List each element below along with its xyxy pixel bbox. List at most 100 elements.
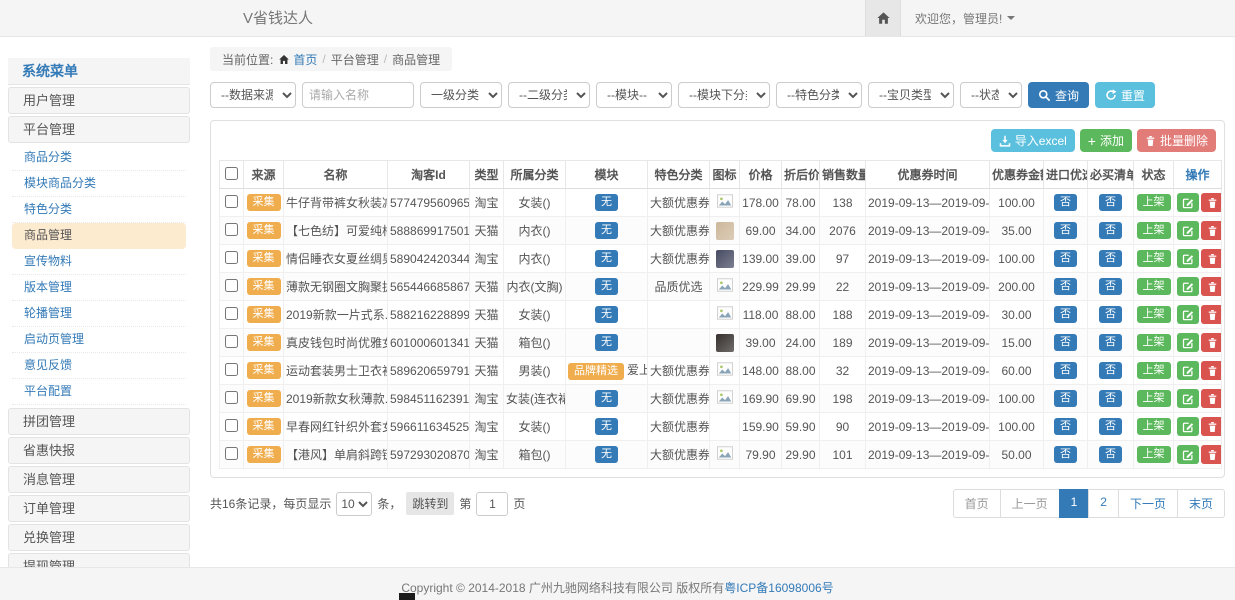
- sidebar-item[interactable]: 平台管理: [8, 116, 190, 143]
- icp-link[interactable]: 粤ICP备16098006号: [724, 581, 833, 595]
- filter-select[interactable]: 一级分类: [420, 82, 502, 108]
- sidebar-item[interactable]: 省惠快报: [8, 437, 190, 464]
- sidebar-item[interactable]: 用户管理: [8, 87, 190, 114]
- status-badge[interactable]: 上架: [1137, 222, 1171, 239]
- sidebar-subitem[interactable]: 版本管理: [12, 275, 186, 301]
- status-badge[interactable]: 上架: [1137, 446, 1171, 463]
- search-button[interactable]: 查询: [1028, 82, 1089, 108]
- delete-button[interactable]: [1201, 277, 1222, 296]
- import-select-toggle[interactable]: 否: [1054, 306, 1077, 323]
- edit-button[interactable]: [1177, 417, 1199, 436]
- sidebar-subitem[interactable]: 启动页管理: [12, 327, 186, 353]
- must-buy-toggle[interactable]: 否: [1099, 278, 1122, 295]
- must-buy-toggle[interactable]: 否: [1099, 222, 1122, 239]
- edit-button[interactable]: [1177, 389, 1199, 408]
- status-badge[interactable]: 上架: [1137, 306, 1171, 323]
- import-excel-button[interactable]: 导入excel: [991, 129, 1075, 152]
- filter-select[interactable]: --数据来源--: [210, 82, 296, 108]
- edit-button[interactable]: [1177, 445, 1199, 464]
- sidebar-subitem[interactable]: 意见反馈: [12, 353, 186, 379]
- row-checkbox[interactable]: [225, 363, 238, 376]
- must-buy-toggle[interactable]: 否: [1099, 362, 1122, 379]
- edit-button[interactable]: [1177, 333, 1199, 352]
- user-menu[interactable]: 欢迎您，管理员!: [915, 10, 1015, 27]
- batch-delete-button[interactable]: 批量删除: [1137, 129, 1216, 152]
- row-checkbox[interactable]: [225, 335, 238, 348]
- page-button-1[interactable]: 1: [1059, 489, 1090, 518]
- delete-button[interactable]: [1201, 193, 1222, 212]
- must-buy-toggle[interactable]: 否: [1099, 306, 1122, 323]
- sidebar-item[interactable]: 兑换管理: [8, 524, 190, 551]
- per-page-select[interactable]: 10: [336, 492, 372, 516]
- import-select-toggle[interactable]: 否: [1054, 194, 1077, 211]
- sidebar-subitem[interactable]: 宣传物料: [12, 249, 186, 275]
- import-select-toggle[interactable]: 否: [1054, 250, 1077, 267]
- must-buy-toggle[interactable]: 否: [1099, 194, 1122, 211]
- sidebar-subitem[interactable]: 商品分类: [12, 145, 186, 171]
- home-button[interactable]: [865, 0, 901, 36]
- must-buy-toggle[interactable]: 否: [1099, 250, 1122, 267]
- must-buy-toggle[interactable]: 否: [1099, 446, 1122, 463]
- edit-button[interactable]: [1177, 305, 1199, 324]
- status-badge[interactable]: 上架: [1137, 194, 1171, 211]
- status-badge[interactable]: 上架: [1137, 278, 1171, 295]
- sidebar-subitem[interactable]: 平台配置: [12, 379, 186, 405]
- import-select-toggle[interactable]: 否: [1054, 418, 1077, 435]
- import-select-toggle[interactable]: 否: [1054, 334, 1077, 351]
- status-badge[interactable]: 上架: [1137, 250, 1171, 267]
- filter-select[interactable]: --二级分类--: [508, 82, 590, 108]
- row-checkbox[interactable]: [225, 279, 238, 292]
- import-select-toggle[interactable]: 否: [1054, 362, 1077, 379]
- import-select-toggle[interactable]: 否: [1054, 222, 1077, 239]
- page-button-上一页[interactable]: 上一页: [1000, 489, 1060, 518]
- delete-button[interactable]: [1201, 333, 1222, 352]
- status-badge[interactable]: 上架: [1137, 334, 1171, 351]
- status-badge[interactable]: 上架: [1137, 390, 1171, 407]
- must-buy-toggle[interactable]: 否: [1099, 334, 1122, 351]
- filter-select[interactable]: --状态--: [960, 82, 1022, 108]
- import-select-toggle[interactable]: 否: [1054, 390, 1077, 407]
- edit-button[interactable]: [1177, 249, 1199, 268]
- edit-button[interactable]: [1177, 193, 1199, 212]
- must-buy-toggle[interactable]: 否: [1099, 390, 1122, 407]
- jump-button[interactable]: 跳转到: [406, 492, 454, 515]
- reset-button[interactable]: 重置: [1095, 82, 1155, 108]
- row-checkbox[interactable]: [225, 251, 238, 264]
- row-checkbox[interactable]: [225, 223, 238, 236]
- import-select-toggle[interactable]: 否: [1054, 446, 1077, 463]
- import-select-toggle[interactable]: 否: [1054, 278, 1077, 295]
- page-number-input[interactable]: [476, 492, 508, 516]
- edit-button[interactable]: [1177, 277, 1199, 296]
- add-button[interactable]: + 添加: [1080, 129, 1132, 152]
- breadcrumb-home-link[interactable]: 首页: [278, 51, 317, 68]
- page-button-首页[interactable]: 首页: [953, 489, 1001, 518]
- filter-select[interactable]: --模块--: [596, 82, 672, 108]
- sidebar-subitem[interactable]: 模块商品分类: [12, 171, 186, 197]
- row-checkbox[interactable]: [225, 307, 238, 320]
- delete-button[interactable]: [1201, 249, 1222, 268]
- filter-select[interactable]: --特色分类--: [776, 82, 862, 108]
- row-checkbox[interactable]: [225, 447, 238, 460]
- page-button-2[interactable]: 2: [1088, 489, 1119, 518]
- delete-button[interactable]: [1201, 445, 1222, 464]
- sidebar-subitem-active[interactable]: 商品管理: [12, 223, 186, 249]
- page-button-末页[interactable]: 末页: [1177, 489, 1225, 518]
- delete-button[interactable]: [1201, 417, 1222, 436]
- delete-button[interactable]: [1201, 361, 1222, 380]
- status-badge[interactable]: 上架: [1137, 418, 1171, 435]
- select-all-checkbox[interactable]: [225, 167, 238, 180]
- delete-button[interactable]: [1201, 221, 1222, 240]
- row-checkbox[interactable]: [225, 419, 238, 432]
- edit-button[interactable]: [1177, 221, 1199, 240]
- filter-name-input[interactable]: [302, 82, 414, 108]
- edit-button[interactable]: [1177, 361, 1199, 380]
- must-buy-toggle[interactable]: 否: [1099, 418, 1122, 435]
- row-checkbox[interactable]: [225, 195, 238, 208]
- delete-button[interactable]: [1201, 305, 1222, 324]
- filter-select[interactable]: --宝贝类型--: [868, 82, 954, 108]
- page-button-下一页[interactable]: 下一页: [1118, 489, 1178, 518]
- sidebar-subitem[interactable]: 特色分类: [12, 197, 186, 223]
- filter-select[interactable]: --模块下分类--: [678, 82, 770, 108]
- sidebar-item[interactable]: 拼团管理: [8, 408, 190, 435]
- status-badge[interactable]: 上架: [1137, 362, 1171, 379]
